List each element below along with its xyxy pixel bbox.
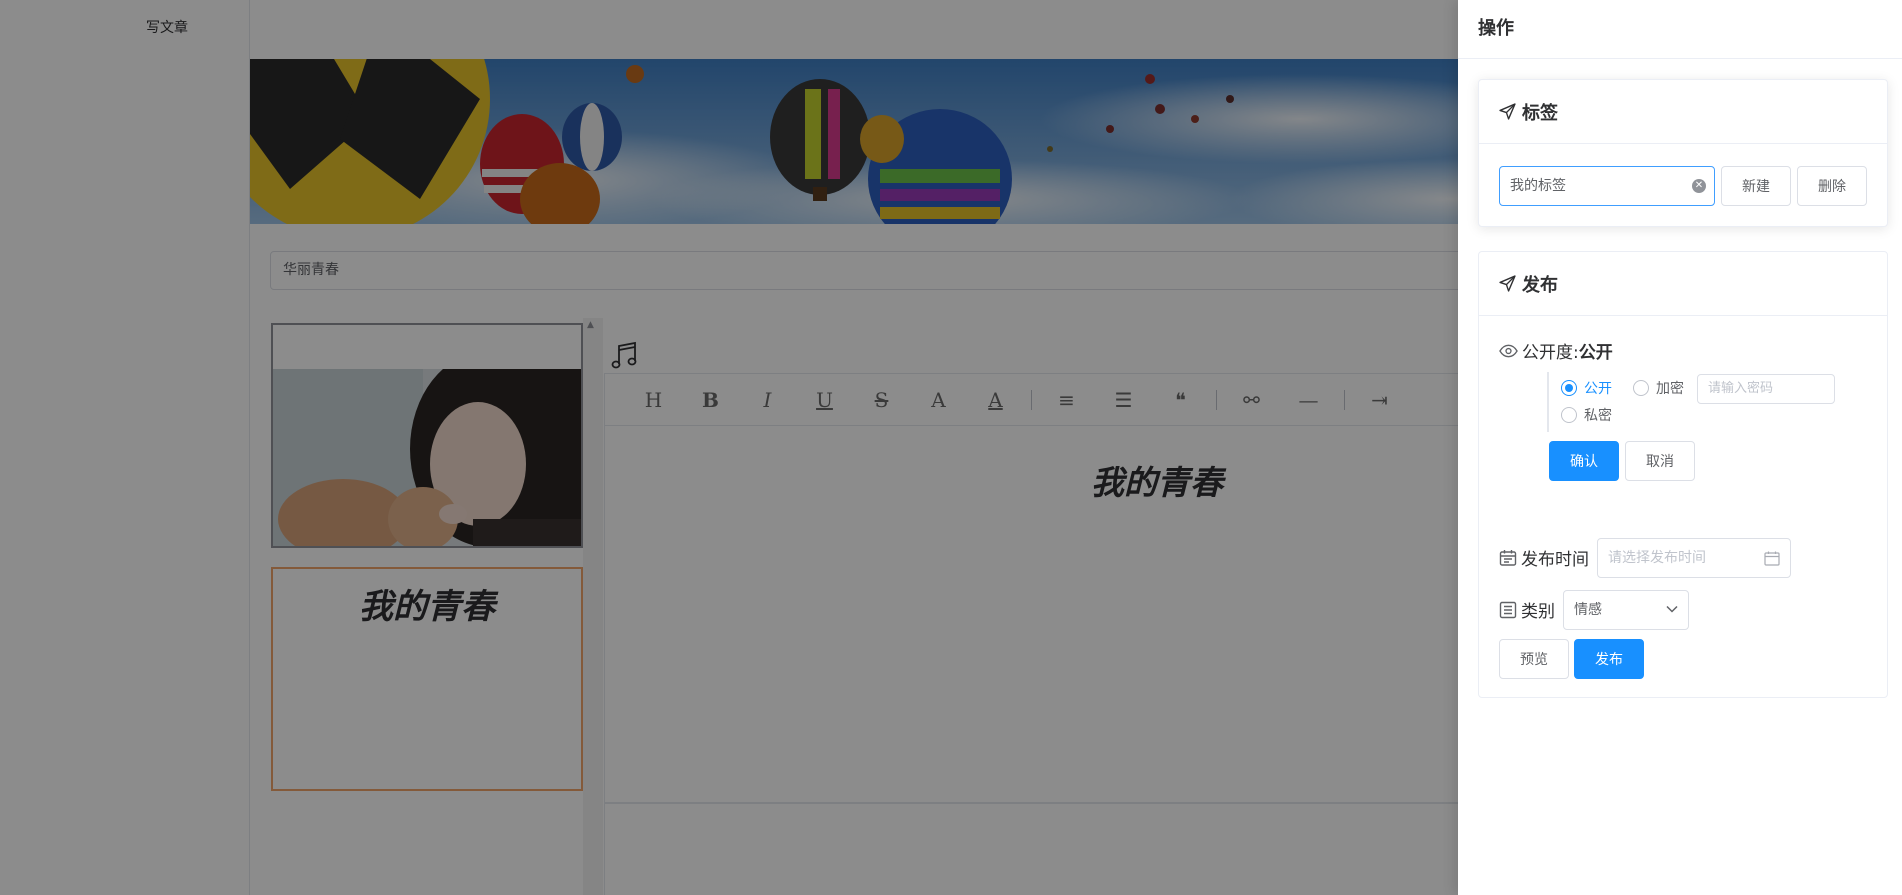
radio-public-label: 公开 bbox=[1584, 381, 1612, 397]
publish-card-header: 发布 bbox=[1479, 252, 1887, 316]
password-input[interactable]: 请输入密码 bbox=[1697, 374, 1835, 404]
calendar-icon bbox=[1499, 549, 1517, 566]
tags-heading: 标签 bbox=[1522, 102, 1558, 124]
publish-card: 发布 公开度: 公开 公开 加密 请输入密码 私密 确认 取消 发布时间 请选择… bbox=[1478, 251, 1888, 698]
radio-public-circle bbox=[1561, 380, 1577, 396]
radio-encrypted-circle bbox=[1633, 380, 1649, 396]
paper-plane-icon bbox=[1499, 103, 1516, 120]
publish-time-row: 发布时间 bbox=[1499, 545, 1589, 570]
eye-icon bbox=[1499, 344, 1518, 357]
calendar-icon bbox=[1764, 551, 1780, 566]
radio-private[interactable]: 私密 bbox=[1561, 405, 1612, 425]
operations-drawer: 操作 标签 我的标签 ✕ 新建 删除 发布 公开度: 公开 公开 加密 请输入密… bbox=[1458, 0, 1902, 895]
visibility-label: 公开度: bbox=[1522, 343, 1579, 363]
clear-icon[interactable]: ✕ bbox=[1692, 179, 1706, 193]
radio-encrypted[interactable]: 加密 bbox=[1633, 378, 1684, 398]
publish-time-label: 发布时间 bbox=[1521, 550, 1589, 570]
publish-button[interactable]: 发布 bbox=[1574, 639, 1644, 679]
publish-time-picker[interactable]: 请选择发布时间 bbox=[1597, 538, 1791, 578]
cancel-button[interactable]: 取消 bbox=[1625, 441, 1695, 481]
tag-input-value: 我的标签 bbox=[1510, 178, 1566, 194]
category-label: 类别 bbox=[1521, 602, 1555, 622]
tag-input[interactable]: 我的标签 ✕ bbox=[1499, 166, 1715, 206]
radio-encrypted-label: 加密 bbox=[1656, 381, 1684, 397]
radio-private-label: 私密 bbox=[1584, 408, 1612, 424]
visibility-row: 公开度: 公开 bbox=[1499, 338, 1613, 363]
list-icon bbox=[1499, 601, 1517, 618]
category-select[interactable]: 情感 bbox=[1563, 590, 1689, 630]
radio-private-circle bbox=[1561, 407, 1577, 423]
visibility-options: 公开 加密 请输入密码 私密 bbox=[1547, 372, 1837, 432]
drawer-title: 操作 bbox=[1478, 18, 1514, 39]
preview-button[interactable]: 预览 bbox=[1499, 639, 1569, 679]
category-value: 情感 bbox=[1574, 602, 1602, 618]
visibility-value: 公开 bbox=[1578, 343, 1613, 363]
tags-card: 标签 我的标签 ✕ 新建 删除 bbox=[1478, 79, 1888, 227]
tags-card-header: 标签 bbox=[1479, 80, 1887, 144]
radio-public[interactable]: 公开 bbox=[1561, 378, 1612, 398]
paper-plane-icon bbox=[1499, 275, 1516, 292]
publish-time-placeholder: 请选择发布时间 bbox=[1608, 550, 1706, 566]
publish-heading: 发布 bbox=[1522, 274, 1558, 296]
category-row: 类别 bbox=[1499, 597, 1555, 622]
chevron-down-icon bbox=[1666, 605, 1678, 613]
delete-tag-button[interactable]: 删除 bbox=[1797, 166, 1867, 206]
new-tag-button[interactable]: 新建 bbox=[1721, 166, 1791, 206]
drawer-divider bbox=[1458, 58, 1902, 59]
confirm-button[interactable]: 确认 bbox=[1549, 441, 1619, 481]
